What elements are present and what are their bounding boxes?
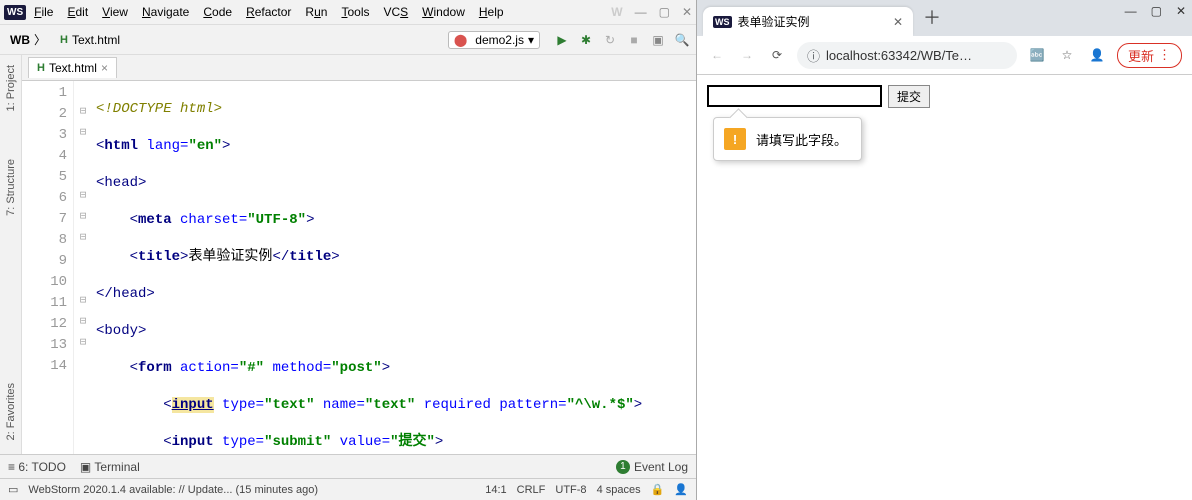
stop-button[interactable]: ■ xyxy=(626,32,642,48)
menu-help[interactable]: Help xyxy=(473,3,510,21)
submit-button[interactable]: 提交 xyxy=(888,85,930,108)
lock-icon[interactable]: 🔒 xyxy=(651,483,665,496)
editor-tab-text-html[interactable]: H Text.html × xyxy=(28,57,117,78)
validation-tooltip: ! 请填写此字段。 xyxy=(713,117,862,161)
menu-view[interactable]: View xyxy=(96,3,134,21)
browser-window-controls: — ▢ ✕ xyxy=(1125,4,1186,18)
address-bar[interactable]: ⓘ localhost:63342/WB/Te… xyxy=(797,42,1017,69)
breadcrumb-project[interactable]: WB 〉 xyxy=(6,29,50,50)
text-input[interactable] xyxy=(707,85,882,107)
tool-event-log[interactable]: 1 Event Log xyxy=(616,460,688,474)
menu-navigate[interactable]: Navigate xyxy=(136,3,195,21)
ide-window-controls: W — ▢ ✕ xyxy=(611,5,692,19)
status-eol[interactable]: CRLF xyxy=(517,484,546,496)
bookmark-star-icon[interactable]: ☆ xyxy=(1057,45,1077,65)
translate-icon[interactable]: 🔤 xyxy=(1027,45,1047,65)
code-content: <!DOCTYPE html> <html lang="en"> <head> … xyxy=(92,81,696,454)
menu-file[interactable]: File xyxy=(28,3,59,21)
run-button[interactable]: ▶ xyxy=(554,32,570,48)
event-badge-icon: 1 xyxy=(616,460,630,474)
menu-tools[interactable]: Tools xyxy=(335,3,375,21)
minimize-icon[interactable]: — xyxy=(635,5,647,19)
coverage-button[interactable]: ↻ xyxy=(602,32,618,48)
update-label: 更新 xyxy=(1128,46,1154,65)
profile-icon[interactable]: 👤 xyxy=(1087,45,1107,65)
git-button[interactable]: ▣ xyxy=(650,32,666,48)
close-tab-icon[interactable]: ✕ xyxy=(893,15,903,29)
debug-button[interactable]: ✱ xyxy=(578,32,594,48)
demo-form: 提交 xyxy=(707,85,1182,108)
fold-gutter: ⊟⊟⊟⊟⊟⊟⊟⊟ xyxy=(74,81,92,454)
bug-dot-icon: ⬤ xyxy=(454,33,467,47)
menu-edit[interactable]: Edit xyxy=(61,3,94,21)
breadcrumb-toolbar: WB 〉 HText.html ⬤ demo2.js ▾ ▶ ✱ ↻ ■ ▣ 🔍 xyxy=(0,25,696,55)
editor-tab-bar: H Text.html × xyxy=(22,55,696,81)
favicon-icon: WS xyxy=(713,16,732,28)
maximize-icon[interactable]: ▢ xyxy=(659,5,670,19)
status-pos: 14:1 xyxy=(485,484,506,496)
ws-logo: WS xyxy=(4,5,26,20)
browser-tabs: WS 表单验证实例 ✕ ＋ xyxy=(697,0,1192,36)
line-number-gutter: 1234567891011121314 xyxy=(22,81,74,454)
menu-refactor[interactable]: Refactor xyxy=(240,3,297,21)
menu-code[interactable]: Code xyxy=(197,3,238,21)
browser-toolbar: ← → ⟳ ⓘ localhost:63342/WB/Te… 🔤 ☆ 👤 更新 … xyxy=(697,36,1192,74)
status-icon: ▭ xyxy=(8,483,18,496)
status-indent[interactable]: 4 spaces xyxy=(597,484,641,496)
tab-label: Text.html xyxy=(49,61,97,75)
browser-window: — ▢ ✕ WS 表单验证实例 ✕ ＋ ← → ⟳ ⓘ localhost:63… xyxy=(697,0,1192,500)
ws-mark-icon: W xyxy=(611,5,622,19)
close-icon[interactable]: ✕ xyxy=(1176,4,1186,18)
warning-icon: ! xyxy=(724,128,746,150)
update-button[interactable]: 更新 ⋮ xyxy=(1117,43,1182,68)
html-file-icon: H xyxy=(37,62,45,74)
tool-todo[interactable]: ≡ 6: TODO xyxy=(8,460,66,474)
run-config-label: demo2.js xyxy=(475,33,524,47)
browser-viewport: 提交 ! 请填写此字段。 xyxy=(697,75,1192,500)
menu-vcs[interactable]: VCS xyxy=(377,3,414,21)
bottom-tools: ≡ 6: TODO ▣ Terminal 1 Event Log xyxy=(0,454,696,478)
address-text: localhost:63342/WB/Te… xyxy=(826,48,1007,63)
back-button[interactable]: ← xyxy=(707,45,727,65)
sidebar-structure[interactable]: 7: Structure xyxy=(5,155,17,220)
code-editor[interactable]: 1234567891011121314 ⊟⊟⊟⊟⊟⊟⊟⊟ <!DOCTYPE h… xyxy=(22,81,696,454)
tool-terminal[interactable]: ▣ Terminal xyxy=(80,460,140,474)
status-notification[interactable]: WebStorm 2020.1.4 available: // Update..… xyxy=(28,484,475,496)
new-tab-button[interactable]: ＋ xyxy=(923,4,941,36)
reload-button[interactable]: ⟳ xyxy=(767,45,787,65)
chevron-down-icon: ▾ xyxy=(528,33,534,47)
browser-tab[interactable]: WS 表单验证实例 ✕ xyxy=(703,7,913,36)
status-enc[interactable]: UTF-8 xyxy=(555,484,586,496)
inspector-icon[interactable]: 👤 xyxy=(674,483,688,496)
sidebar-favorites[interactable]: 2: Favorites xyxy=(5,379,17,444)
minimize-icon[interactable]: — xyxy=(1125,4,1137,18)
close-tab-icon[interactable]: × xyxy=(101,61,108,75)
status-bar: ▭ WebStorm 2020.1.4 available: // Update… xyxy=(0,478,696,500)
breadcrumb-file[interactable]: HText.html xyxy=(56,31,124,49)
maximize-icon[interactable]: ▢ xyxy=(1151,4,1162,18)
site-info-icon[interactable]: ⓘ xyxy=(807,46,820,65)
forward-button[interactable]: → xyxy=(737,45,757,65)
sidebar-project[interactable]: 1: Project xyxy=(5,61,17,115)
tooltip-text: 请填写此字段。 xyxy=(756,130,847,149)
ide-window: WS File Edit View Navigate Code Refactor… xyxy=(0,0,697,500)
close-icon[interactable]: ✕ xyxy=(682,5,692,19)
browser-tab-title: 表单验证实例 xyxy=(738,13,887,30)
run-config-selector[interactable]: ⬤ demo2.js ▾ xyxy=(448,31,540,49)
menu-bar: WS File Edit View Navigate Code Refactor… xyxy=(0,0,696,25)
kebab-icon: ⋮ xyxy=(1158,47,1171,63)
menu-window[interactable]: Window xyxy=(416,3,471,21)
menu-run[interactable]: Run xyxy=(299,3,333,21)
search-everywhere-icon[interactable]: 🔍 xyxy=(674,32,690,48)
html-file-icon: H xyxy=(60,34,68,46)
